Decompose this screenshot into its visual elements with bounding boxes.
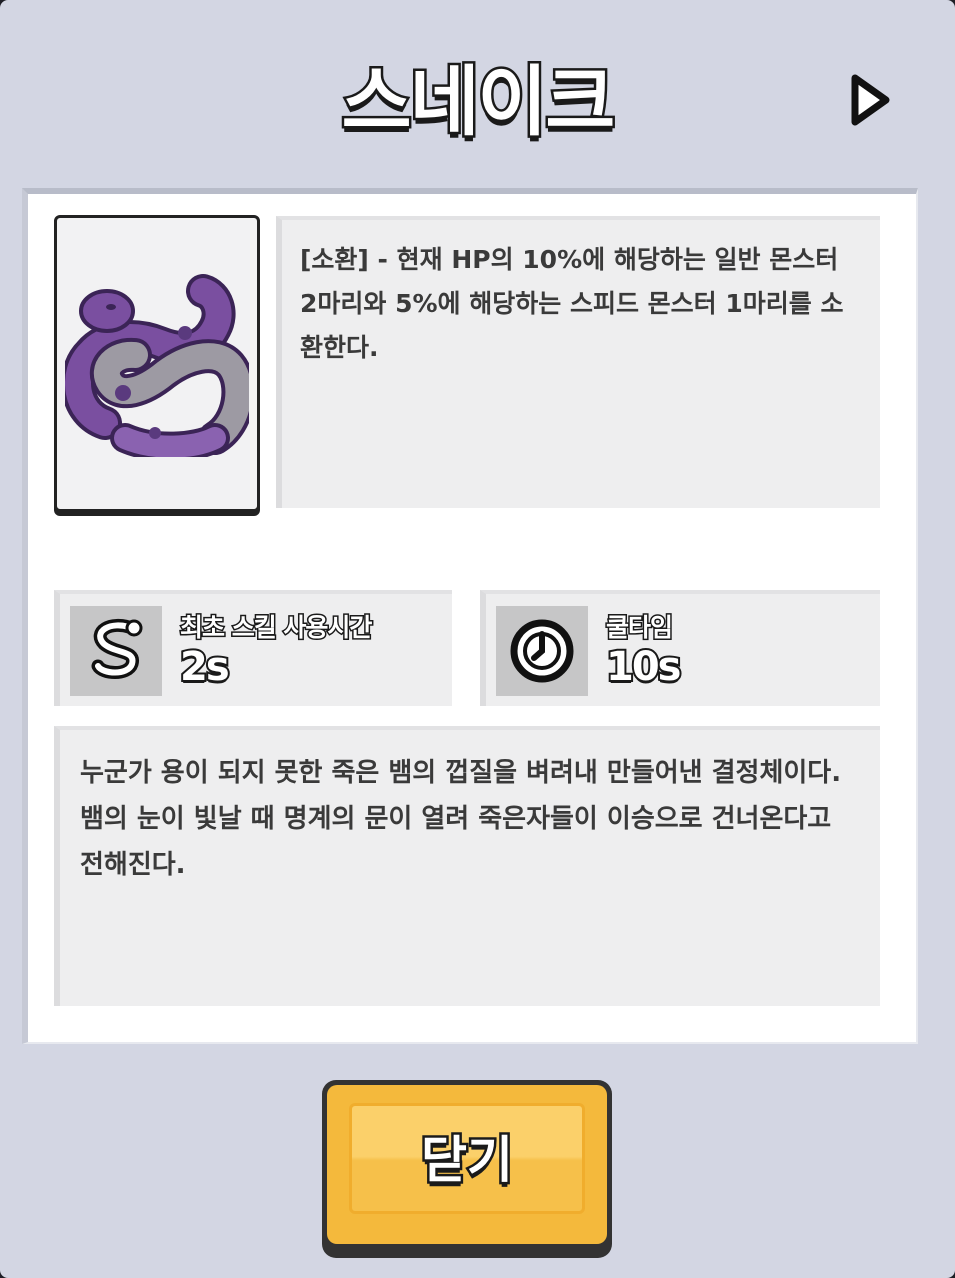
skill-card xyxy=(54,215,260,512)
cooldown-stat: 쿨타임 10s xyxy=(480,590,880,706)
close-button-label: 닫기 xyxy=(419,1129,516,1192)
lore-description: 누군가 용이 되지 못한 죽은 뱀의 껍질을 벼려내 만들어낸 결정체이다. 뱀… xyxy=(54,726,880,1006)
purple-snake-icon xyxy=(65,274,249,457)
first-skill-time-stat: 최초 스킬 사용시간 2s xyxy=(54,590,452,706)
next-button[interactable] xyxy=(846,72,892,128)
play-arrow-icon xyxy=(851,74,890,126)
skill-detail-screen: 스네이크 [소환] - 현재 HP의 10%에 해당하는 일반 몬스터 2마리와… xyxy=(0,0,955,1278)
cooldown-icon-box xyxy=(496,606,588,696)
stat-value: 2s xyxy=(178,642,232,692)
stat-label: 쿨타임 xyxy=(604,612,674,644)
snake-icon-box xyxy=(70,606,162,696)
stat-label: 최초 스킬 사용시간 xyxy=(178,612,373,644)
close-button[interactable]: 닫기 xyxy=(322,1080,612,1258)
cooldown-clock-icon xyxy=(510,619,574,683)
stat-value: 10s xyxy=(604,642,684,692)
skill-description: [소환] - 현재 HP의 10%에 해당하는 일반 몬스터 2마리와 5%에 … xyxy=(276,216,880,508)
page-title: 스네이크 xyxy=(339,55,618,149)
snake-icon xyxy=(91,618,143,679)
